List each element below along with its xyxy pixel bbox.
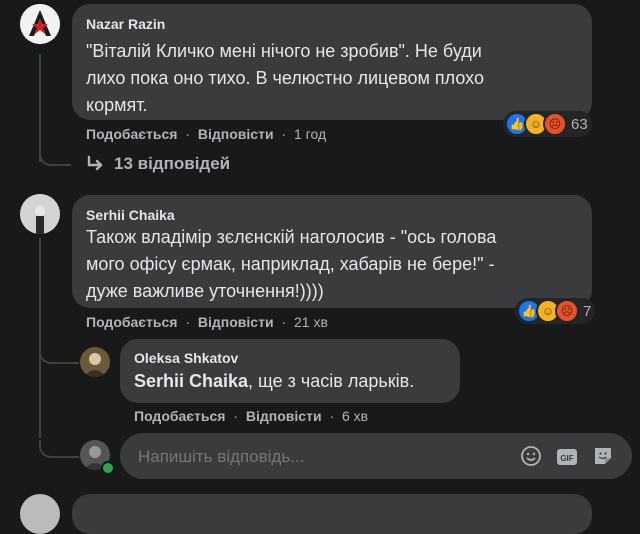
reply-time[interactable]: 6 хв [342,408,368,424]
separator: · [233,408,239,424]
comment-actions-2: Подобається · Відповісти · 21 хв [86,314,328,330]
comment-actions-1: Подобається · Відповісти · 1 год [86,126,326,142]
separator: · [281,314,287,330]
reply-text: Serhii Chaika, ще з часів ларьків. [134,368,414,395]
comment-author-1[interactable]: Nazar Razin [86,16,165,32]
svg-text:GIF: GIF [560,454,573,463]
avatar-photo-icon [20,194,60,234]
comment-bubble-1: Nazar Razin "Віталій Кличко мені нічого … [72,4,592,120]
view-replies-link[interactable]: 13 відповідей [86,154,230,174]
comment-text-2-line-3: дуже важливе уточнення!)))) [86,281,324,301]
reaction-summary-1[interactable]: 👍 ☺ ☹ 63 [503,111,592,137]
comment-text-1-line-1: "Віталій Кличко мені нічого не зробив". … [86,41,482,61]
thread-line-2-curve-b [39,440,79,458]
thread-line-2 [39,238,41,438]
separator: · [329,408,335,424]
avatar-nazar-razin[interactable] [20,4,60,44]
reply-actions: Подобається · Відповісти · 6 хв [134,408,368,424]
avatar-next-comment[interactable] [20,494,60,534]
comment-time-1[interactable]: 1 год [294,126,326,142]
reply-like-button[interactable]: Подобається [134,408,225,424]
angry-reaction-icon: ☹ [543,112,567,136]
thread-line-2-curve-a [39,348,79,364]
thread-line-1 [39,54,41,162]
angry-reaction-icon: ☹ [555,299,579,323]
thread-line-1-curve [39,150,71,166]
reply-text-body: , ще з часів ларьків. [248,371,415,391]
separator: · [281,126,287,142]
reply-arrow-icon [87,155,103,171]
comment-bubble-next [72,494,592,534]
comment-text-1-line-2: лихо пока оно тихо. В челюстно лицевом п… [86,68,484,88]
reaction-summary-2[interactable]: 👍 ☺ ☹ 7 [515,298,596,324]
reply-button-2[interactable]: Відповісти [198,314,274,330]
reply-bubble: Oleksa Shkatov Serhii Chaika, ще з часів… [120,339,460,403]
like-button-1[interactable]: Подобається [86,126,177,142]
sticker-icon[interactable] [592,445,614,467]
gif-icon[interactable]: GIF [556,446,578,468]
reply-author[interactable]: Oleksa Shkatov [134,350,238,366]
comment-bubble-2: Serhii Chaika Також владімір зєлєнскій н… [72,195,592,308]
comment-text-1-line-3: кормят. [86,95,148,115]
view-replies-label: 13 відповідей [114,154,231,173]
comment-text-2-line-2: мого офісу єрмак, наприклад, хабарів не … [86,254,495,274]
reply-composer[interactable]: GIF [120,433,632,479]
like-button-2[interactable]: Подобається [86,314,177,330]
reply-reply-button[interactable]: Відповісти [246,408,322,424]
separator: · [185,314,191,330]
separator: · [185,126,191,142]
emoji-icon[interactable] [520,445,542,467]
avatar-emblem-icon [20,4,60,44]
reply-mention[interactable]: Serhii Chaika [134,371,248,391]
comment-author-2[interactable]: Serhii Chaika [86,207,175,223]
comment-time-2[interactable]: 21 хв [294,314,328,330]
reaction-count-1: 63 [571,115,588,133]
reply-button-1[interactable]: Відповісти [198,126,274,142]
avatar-serhii-chaika[interactable] [20,194,60,234]
avatar-photo-icon [80,347,110,377]
reaction-count-2: 7 [583,302,592,320]
comment-text-2-line-1: Також владімір зєлєнскій наголосив - "ос… [86,227,497,247]
reply-input[interactable] [136,444,500,470]
avatar-oleksa-shkatov[interactable] [80,347,110,377]
online-status-dot [101,461,115,475]
